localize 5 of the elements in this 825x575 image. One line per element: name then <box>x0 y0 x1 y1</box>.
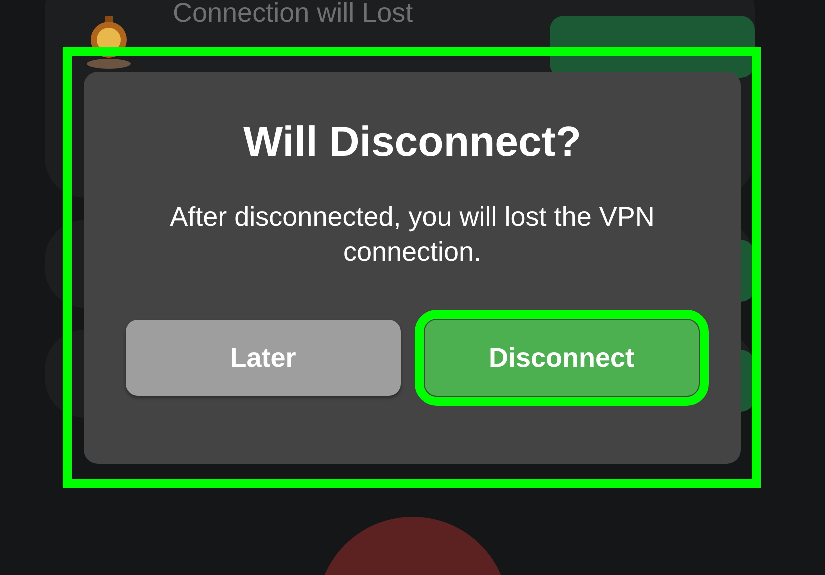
dialog-title: Will Disconnect? <box>244 118 582 166</box>
dialog-message: After disconnected, you will lost the VPN connection. <box>169 201 656 269</box>
disconnect-button[interactable]: Disconnect <box>424 320 699 396</box>
later-button[interactable]: Later <box>126 320 400 396</box>
timer-title: Connection will Lost <box>173 0 414 29</box>
